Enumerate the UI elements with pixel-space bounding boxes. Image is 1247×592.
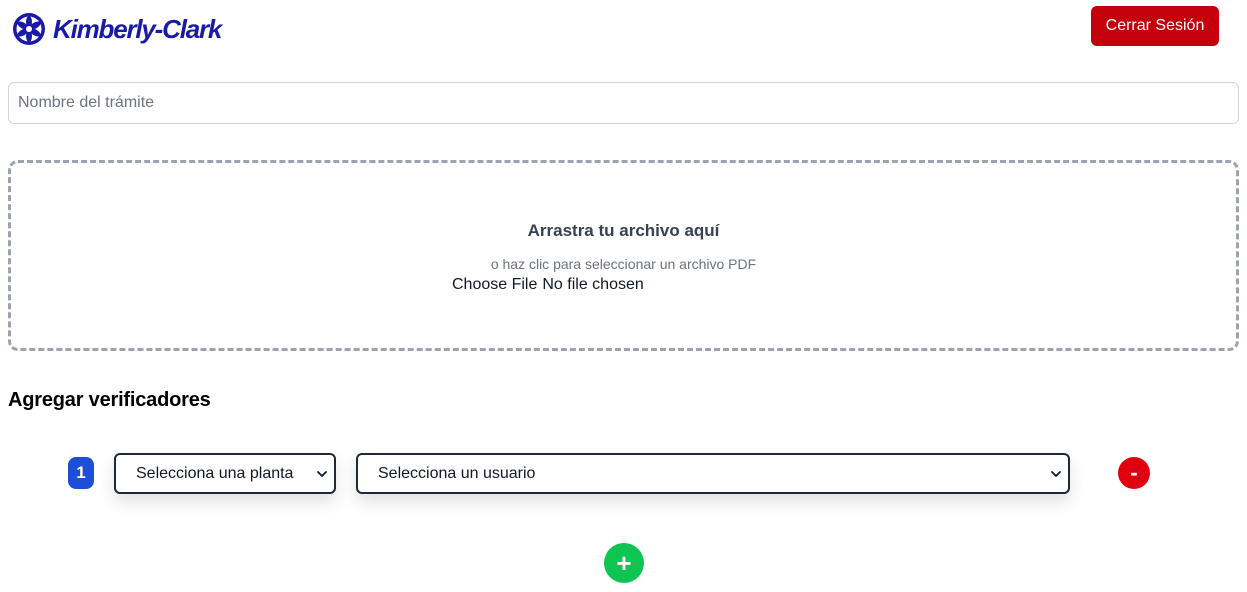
verifier-row: 1 Selecciona una planta Selecciona un us… (0, 448, 1247, 498)
user-select-value: Selecciona un usuario (378, 464, 536, 482)
file-status-text: No file chosen (542, 276, 644, 293)
dropzone-title: Arrastra tu archivo aquí (527, 221, 720, 240)
logout-button[interactable]: Cerrar Sesión (1091, 6, 1219, 46)
logo-text: Kimberly-Clark (53, 14, 222, 44)
remove-verifier-button[interactable]: - (1118, 457, 1150, 489)
verifiers-section-title: Agregar verificadores (8, 389, 211, 411)
verifier-index-badge: 1 (68, 457, 94, 489)
plant-select[interactable]: Selecciona una planta (114, 453, 336, 494)
user-select[interactable]: Selecciona un usuario (356, 453, 1070, 494)
add-verifier-button[interactable]: + (604, 543, 644, 583)
procedure-name-input[interactable] (8, 82, 1239, 124)
choose-file-button[interactable]: Choose File (452, 276, 537, 294)
file-dropzone[interactable]: Arrastra tu archivo aquí o haz clic para… (8, 160, 1239, 351)
chevron-down-icon (317, 471, 327, 477)
chevron-down-icon (1051, 471, 1061, 477)
file-input[interactable]: Choose File No file chosen (452, 276, 644, 294)
dropzone-subtitle: o haz clic para seleccionar un archivo P… (490, 256, 757, 272)
kimberly-clark-logo-icon (13, 13, 45, 45)
plant-select-value: Selecciona una planta (136, 464, 294, 482)
company-logo: Kimberly-Clark (12, 12, 222, 46)
header: Kimberly-Clark Cerrar Sesión (0, 0, 1247, 60)
